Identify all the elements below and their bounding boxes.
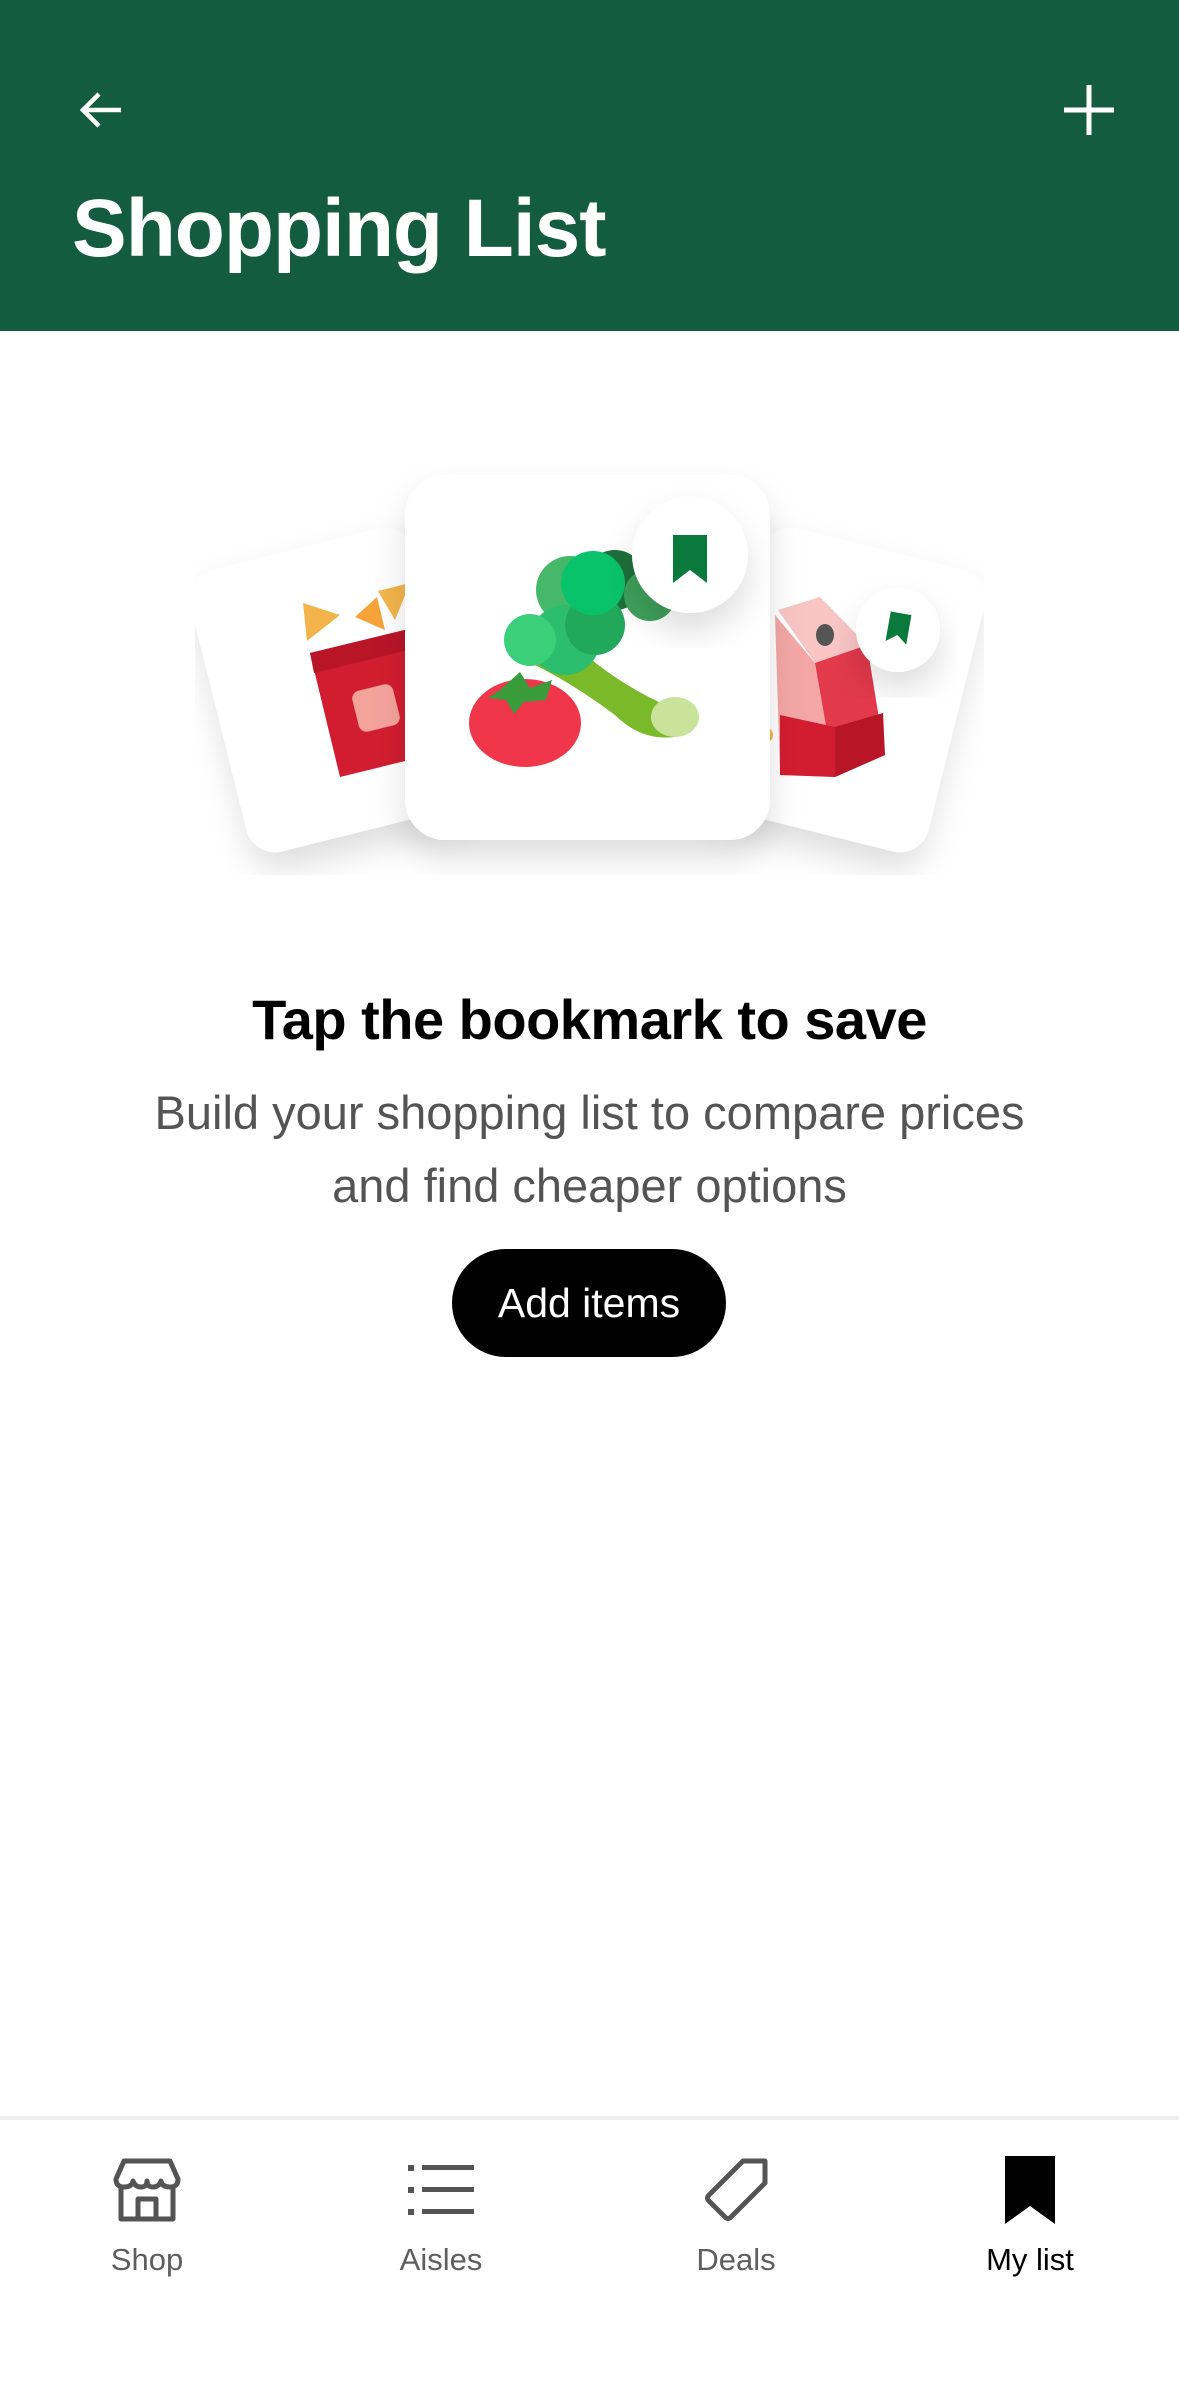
plus-icon (1064, 85, 1114, 135)
tag-icon (696, 2150, 776, 2230)
store-icon (107, 2150, 187, 2230)
nav-label-aisles: Aisles (399, 2242, 483, 2277)
shopping-list-screen: Shopping List Tap the bookmark to save B… (0, 0, 1179, 2396)
nav-label-my-list: My list (986, 2242, 1074, 2277)
nav-item-shop[interactable]: Shop (0, 2120, 294, 2320)
app-header: Shopping List (0, 0, 1179, 331)
list-icon (401, 2150, 481, 2230)
add-items-button[interactable]: Add items (452, 1249, 726, 1357)
add-button[interactable] (1044, 65, 1134, 155)
page-title: Shopping List (72, 183, 607, 274)
nav-item-aisles[interactable]: Aisles (294, 2120, 588, 2320)
produce-card (405, 475, 770, 840)
nav-item-my-list[interactable]: My list (883, 2120, 1177, 2320)
nav-label-shop: Shop (110, 2242, 184, 2277)
empty-state-description: Build your shopping list to compare pric… (154, 1086, 1025, 1212)
bottom-nav: Shop Aisles Deals My list (0, 2116, 1179, 2396)
nav-item-deals[interactable]: Deals (589, 2120, 883, 2320)
empty-state-title: Tap the bookmark to save (252, 988, 927, 1051)
grocery-cards-illustration (195, 475, 984, 853)
nav-label-deals: Deals (696, 2242, 776, 2277)
bookmark-icon (990, 2150, 1070, 2230)
back-button[interactable] (57, 65, 147, 155)
arrow-left-icon (79, 92, 121, 128)
